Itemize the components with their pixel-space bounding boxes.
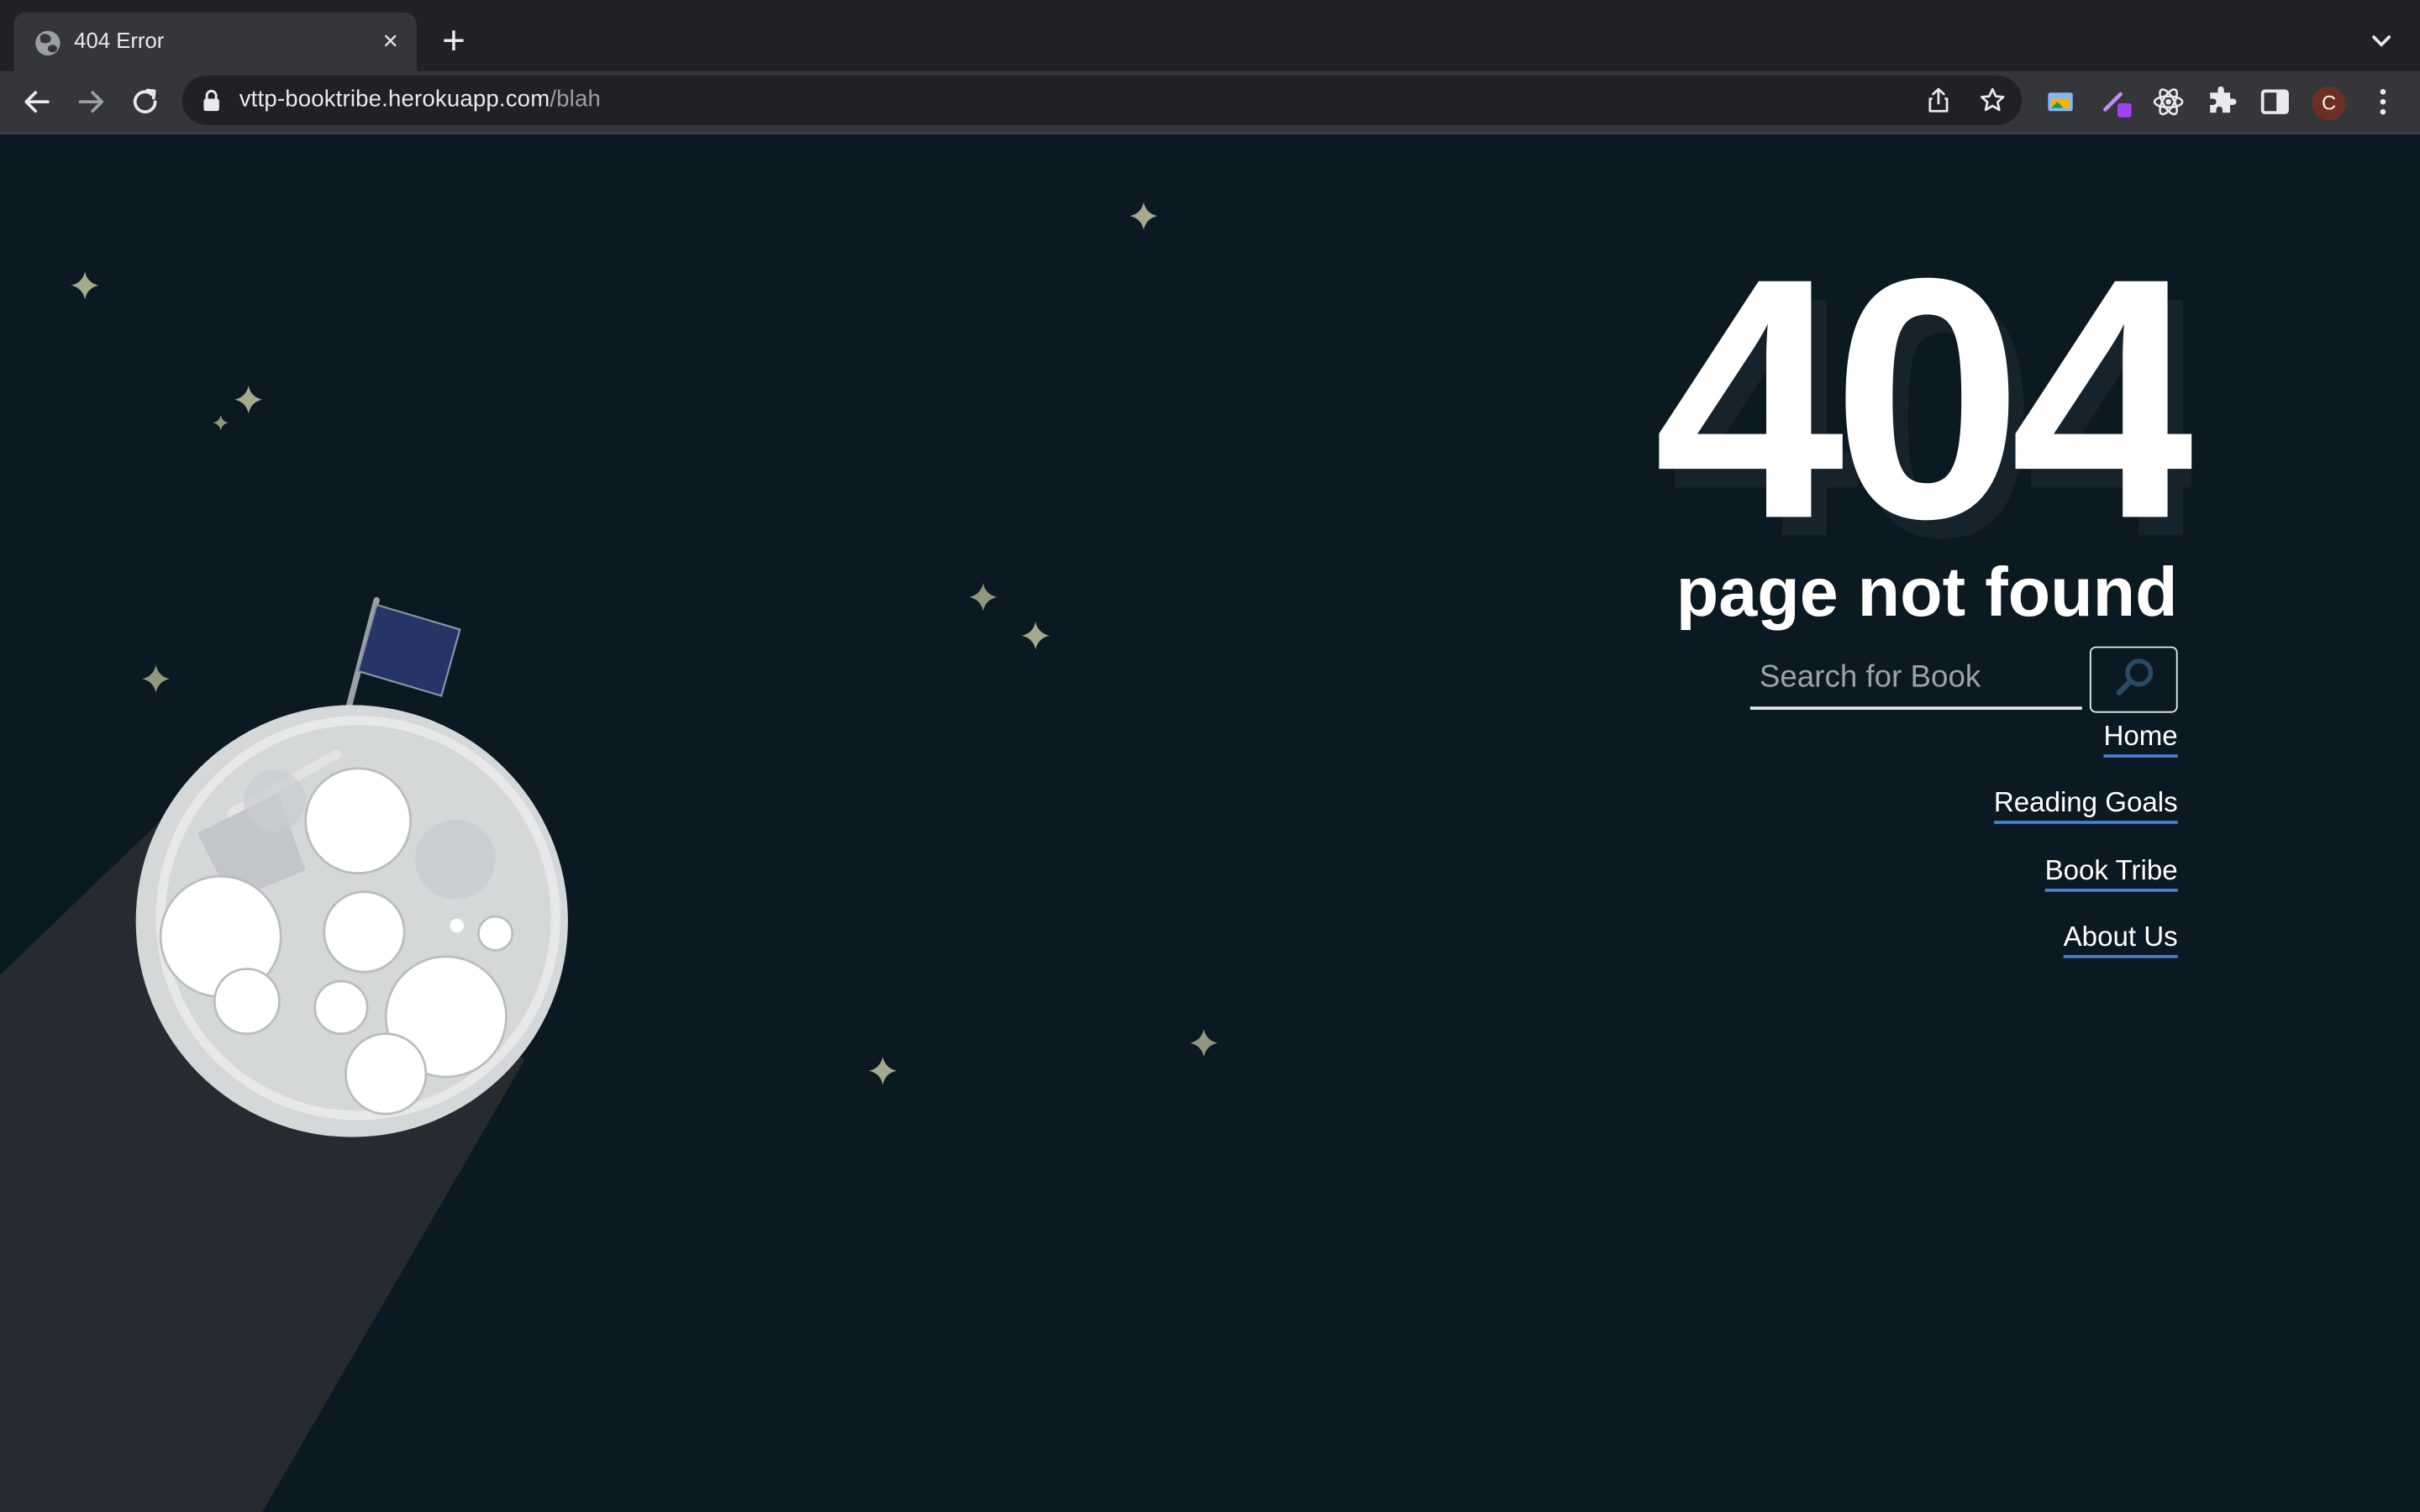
nav-link-home[interactable]: Home xyxy=(2103,721,2178,758)
moon-illustration xyxy=(0,596,568,1512)
address-bar[interactable]: vttp-booktribe.herokuapp.com/blah xyxy=(182,76,2023,125)
share-icon[interactable] xyxy=(1924,87,1952,114)
error-code-text: 404 xyxy=(1654,242,2191,550)
star-icon xyxy=(1190,1029,1218,1058)
color-picker-extension-icon[interactable] xyxy=(2097,83,2134,120)
page-content: 404 404 page not found Home Reading Goal… xyxy=(0,134,2420,1512)
close-icon[interactable]: × xyxy=(373,24,407,58)
extension-gallery-icon[interactable] xyxy=(2042,83,2079,120)
toolbar: vttp-booktribe.herokuapp.com/blah C xyxy=(0,71,2420,134)
search-icon xyxy=(2115,659,2153,696)
profile-avatar[interactable]: C xyxy=(2312,86,2346,121)
url-text: vttp-booktribe.herokuapp.com/blah xyxy=(239,87,601,113)
browser-window: 404 Error × + vttp-booktribe.herokuapp.c… xyxy=(0,0,2420,1512)
url-path: /blah xyxy=(550,86,602,113)
search-button[interactable] xyxy=(2089,646,2178,713)
star-icon xyxy=(1129,202,1158,230)
react-devtools-icon[interactable] xyxy=(2150,83,2187,120)
tab-strip: 404 Error × + xyxy=(0,0,2420,71)
puzzle-extensions-icon[interactable] xyxy=(2204,83,2241,120)
chevron-down-icon[interactable] xyxy=(2361,22,2402,62)
lock-icon xyxy=(203,89,219,112)
nav-link-about-us[interactable]: About Us xyxy=(2063,921,2178,958)
star-bookmark-icon[interactable] xyxy=(1979,87,2007,114)
nav-link-book-tribe[interactable]: Book Tribe xyxy=(2044,855,2178,892)
side-panel-icon[interactable] xyxy=(2256,83,2293,120)
nav-link-reading-goals[interactable]: Reading Goals xyxy=(1993,787,2178,824)
reload-icon[interactable] xyxy=(127,83,164,120)
new-tab-button[interactable]: + xyxy=(434,20,474,60)
url-domain: vttp-booktribe.herokuapp.com xyxy=(239,86,550,113)
tab-active[interactable]: 404 Error × xyxy=(13,12,417,71)
tab-title: 404 Error xyxy=(74,28,165,53)
forward-arrow-icon[interactable] xyxy=(72,83,109,120)
search-input[interactable] xyxy=(1749,648,2082,710)
back-arrow-icon[interactable] xyxy=(18,83,55,120)
flag-icon xyxy=(356,603,461,697)
globe-icon xyxy=(35,30,60,56)
page-title: page not found xyxy=(1676,552,2178,632)
kebab-menu-icon[interactable] xyxy=(2365,83,2402,120)
error-code: 404 404 xyxy=(1654,242,2191,550)
